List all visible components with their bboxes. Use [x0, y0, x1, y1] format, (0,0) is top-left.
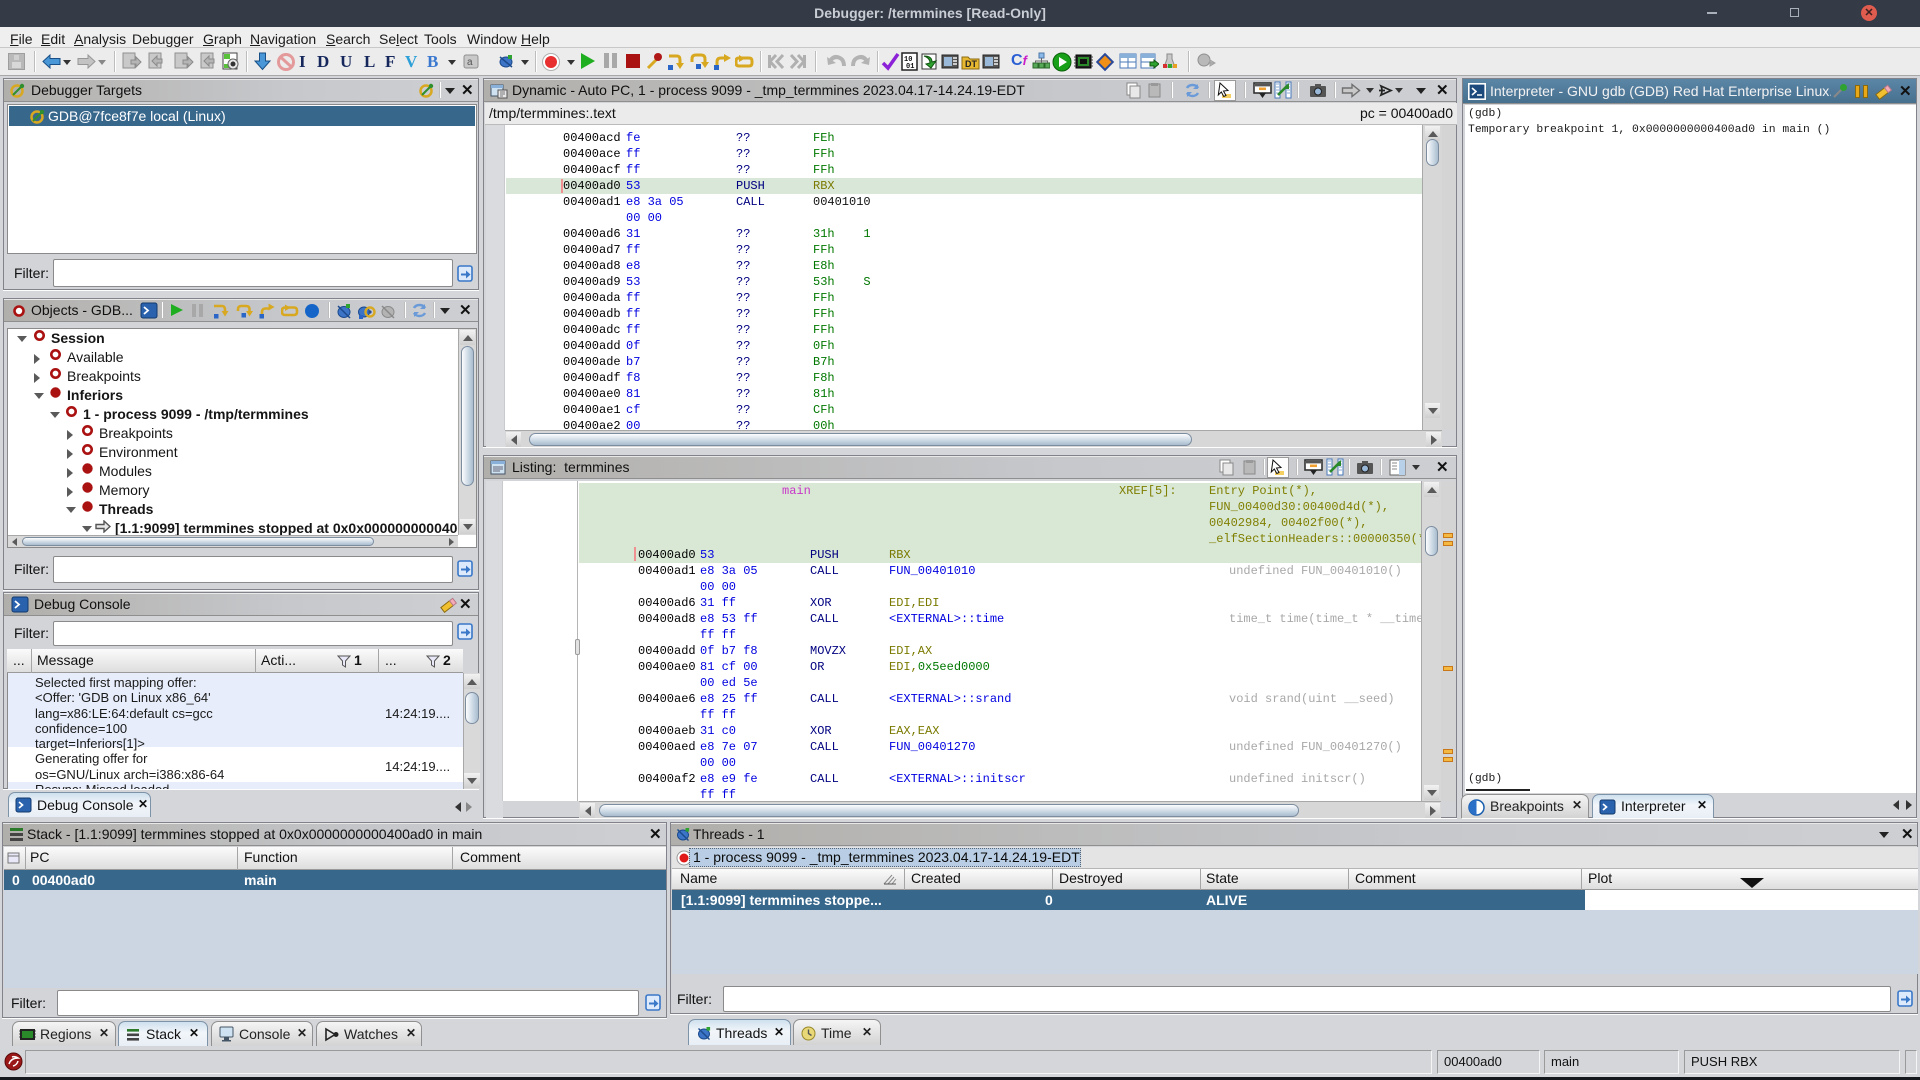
svg-text:01: 01: [906, 63, 914, 71]
svg-text:DT: DT: [965, 59, 977, 69]
svg-text:a: a: [467, 57, 473, 68]
